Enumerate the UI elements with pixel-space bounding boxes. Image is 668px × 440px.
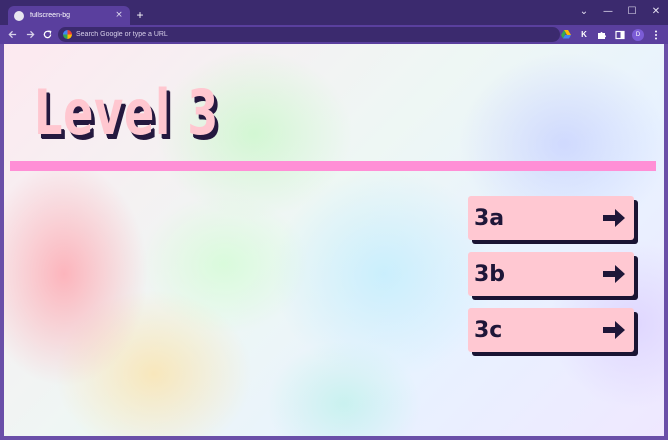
- level-3a-button[interactable]: 3a: [468, 196, 634, 240]
- puzzle-icon[interactable]: [596, 29, 608, 41]
- level-3b-button[interactable]: 3b: [468, 252, 634, 296]
- page-viewport: Level 3 3a 3b 3c: [4, 44, 664, 436]
- close-tab-icon[interactable]: ×: [114, 11, 124, 20]
- tab-fullscreen-bg[interactable]: fullscreen-bg ×: [8, 6, 130, 25]
- back-button[interactable]: [6, 28, 19, 41]
- side-panel-icon[interactable]: [614, 29, 626, 41]
- close-window-button[interactable]: ✕: [644, 0, 668, 22]
- globe-icon: [14, 10, 24, 21]
- extensions-area: K D: [554, 27, 662, 42]
- kebab-menu-icon[interactable]: [650, 29, 662, 41]
- arrow-right-icon: [603, 265, 625, 283]
- arrow-right-icon: [603, 209, 625, 227]
- level-button-label: 3a: [474, 205, 505, 231]
- arrow-right-icon: [26, 30, 35, 39]
- browser-toolbar: K D: [0, 25, 668, 44]
- reload-button[interactable]: [41, 28, 54, 41]
- profile-avatar[interactable]: D: [632, 28, 644, 41]
- arrow-right-icon: [603, 321, 625, 339]
- minimize-button[interactable]: —: [596, 0, 620, 22]
- title-divider: [10, 161, 656, 171]
- tab-strip: fullscreen-bg × + ⌄ — ☐ ✕: [0, 0, 668, 25]
- new-tab-button[interactable]: +: [133, 8, 147, 22]
- drive-icon[interactable]: [560, 29, 572, 41]
- forward-button[interactable]: [24, 28, 37, 41]
- tab-search-button[interactable]: ⌄: [572, 0, 596, 22]
- level-3c-button[interactable]: 3c: [468, 308, 634, 352]
- page-title: Level 3: [34, 76, 220, 149]
- arrow-left-icon: [8, 30, 17, 39]
- tab-title: fullscreen-bg: [30, 12, 71, 19]
- reload-icon: [43, 30, 52, 39]
- level-button-label: 3b: [474, 261, 506, 287]
- address-input[interactable]: [76, 31, 476, 38]
- window-controls: ⌄ — ☐ ✕: [572, 0, 668, 22]
- maximize-button[interactable]: ☐: [620, 0, 644, 22]
- level-button-label: 3c: [474, 317, 503, 343]
- k-extension-icon[interactable]: K: [578, 29, 590, 41]
- google-icon: [63, 30, 72, 39]
- address-bar[interactable]: [58, 27, 560, 42]
